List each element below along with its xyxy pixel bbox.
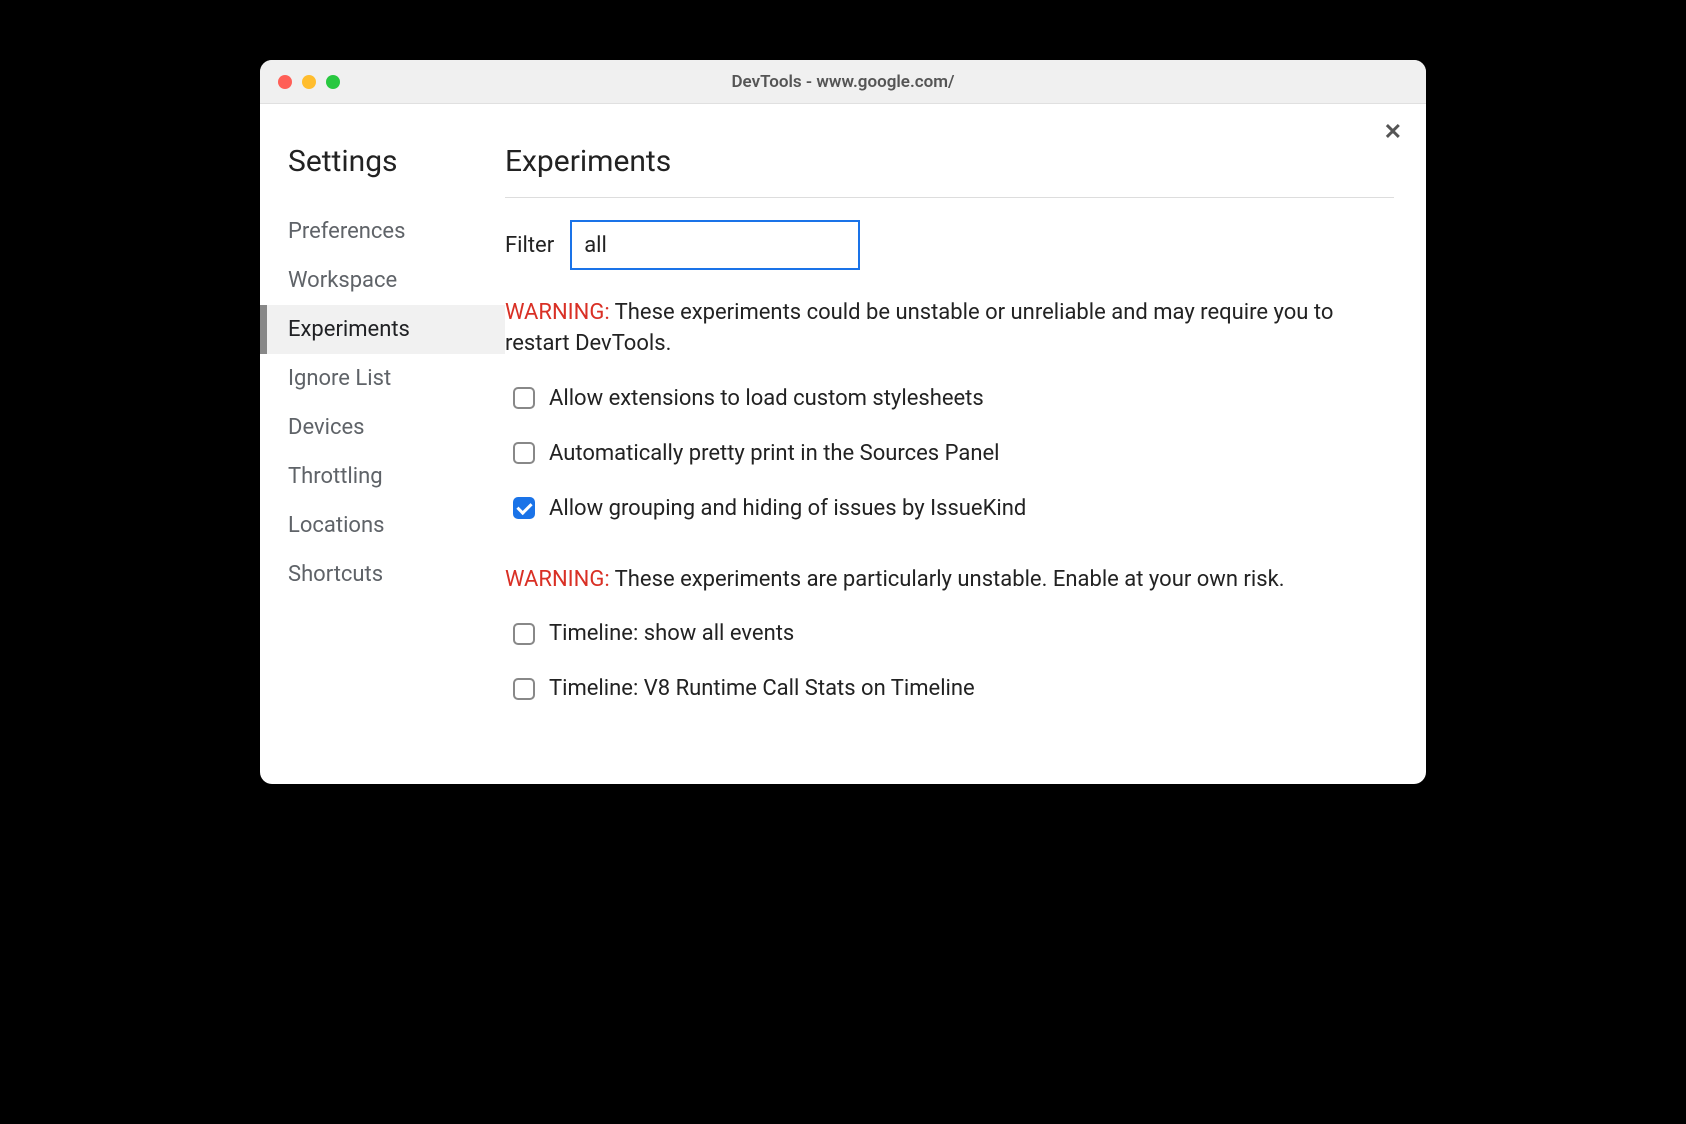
experiment-label: Allow extensions to load custom styleshe… bbox=[549, 386, 984, 411]
devtools-window: DevTools - www.google.com/ ✕ Settings Pr… bbox=[260, 60, 1426, 784]
warning-text: These experiments could be unstable or u… bbox=[505, 300, 1333, 356]
experiment-checkbox[interactable] bbox=[513, 442, 535, 464]
sidebar-item-locations[interactable]: Locations bbox=[260, 501, 505, 550]
filter-label: Filter bbox=[505, 233, 554, 258]
experiment-label: Automatically pretty print in the Source… bbox=[549, 441, 1000, 466]
close-icon[interactable]: ✕ bbox=[1384, 122, 1402, 144]
sidebar-item-experiments[interactable]: Experiments bbox=[260, 305, 505, 354]
sidebar-item-ignore-list[interactable]: Ignore List bbox=[260, 354, 505, 403]
warning-label: WARNING: bbox=[505, 300, 610, 325]
sidebar-item-shortcuts[interactable]: Shortcuts bbox=[260, 550, 505, 599]
warning-text: These experiments are particularly unsta… bbox=[610, 567, 1285, 592]
window-title: DevTools - www.google.com/ bbox=[731, 72, 954, 92]
sidebar-item-preferences[interactable]: Preferences bbox=[260, 207, 505, 256]
sidebar-item-workspace[interactable]: Workspace bbox=[260, 256, 505, 305]
filter-input[interactable] bbox=[570, 220, 860, 270]
experiment-checkbox[interactable] bbox=[513, 623, 535, 645]
main-panel: Experiments Filter WARNING: These experi… bbox=[505, 104, 1426, 784]
experiment-checkbox[interactable] bbox=[513, 387, 535, 409]
experiment-item: Automatically pretty print in the Source… bbox=[505, 441, 1394, 466]
experiment-checkbox[interactable] bbox=[513, 678, 535, 700]
experiment-item: Timeline: show all events bbox=[505, 621, 1394, 646]
sidebar-item-throttling[interactable]: Throttling bbox=[260, 452, 505, 501]
page-title: Experiments bbox=[505, 144, 1394, 198]
experiment-checkbox[interactable] bbox=[513, 497, 535, 519]
close-window-button[interactable] bbox=[278, 75, 292, 89]
warning-risky: WARNING: These experiments are particula… bbox=[505, 565, 1394, 596]
warning-unstable: WARNING: These experiments could be unst… bbox=[505, 298, 1394, 360]
sidebar-title: Settings bbox=[260, 144, 505, 179]
settings-sidebar: Settings Preferences Workspace Experimen… bbox=[260, 104, 505, 784]
experiment-item: Allow grouping and hiding of issues by I… bbox=[505, 496, 1394, 521]
titlebar: DevTools - www.google.com/ bbox=[260, 60, 1426, 104]
filter-row: Filter bbox=[505, 220, 1394, 270]
experiment-label: Timeline: V8 Runtime Call Stats on Timel… bbox=[549, 676, 975, 701]
content-area: ✕ Settings Preferences Workspace Experim… bbox=[260, 104, 1426, 784]
experiment-item: Allow extensions to load custom styleshe… bbox=[505, 386, 1394, 411]
experiment-label: Allow grouping and hiding of issues by I… bbox=[549, 496, 1026, 521]
sidebar-item-devices[interactable]: Devices bbox=[260, 403, 505, 452]
experiment-label: Timeline: show all events bbox=[549, 621, 794, 646]
maximize-window-button[interactable] bbox=[326, 75, 340, 89]
experiment-item: Timeline: V8 Runtime Call Stats on Timel… bbox=[505, 676, 1394, 701]
warning-label: WARNING: bbox=[505, 567, 610, 592]
traffic-lights bbox=[260, 75, 340, 89]
minimize-window-button[interactable] bbox=[302, 75, 316, 89]
